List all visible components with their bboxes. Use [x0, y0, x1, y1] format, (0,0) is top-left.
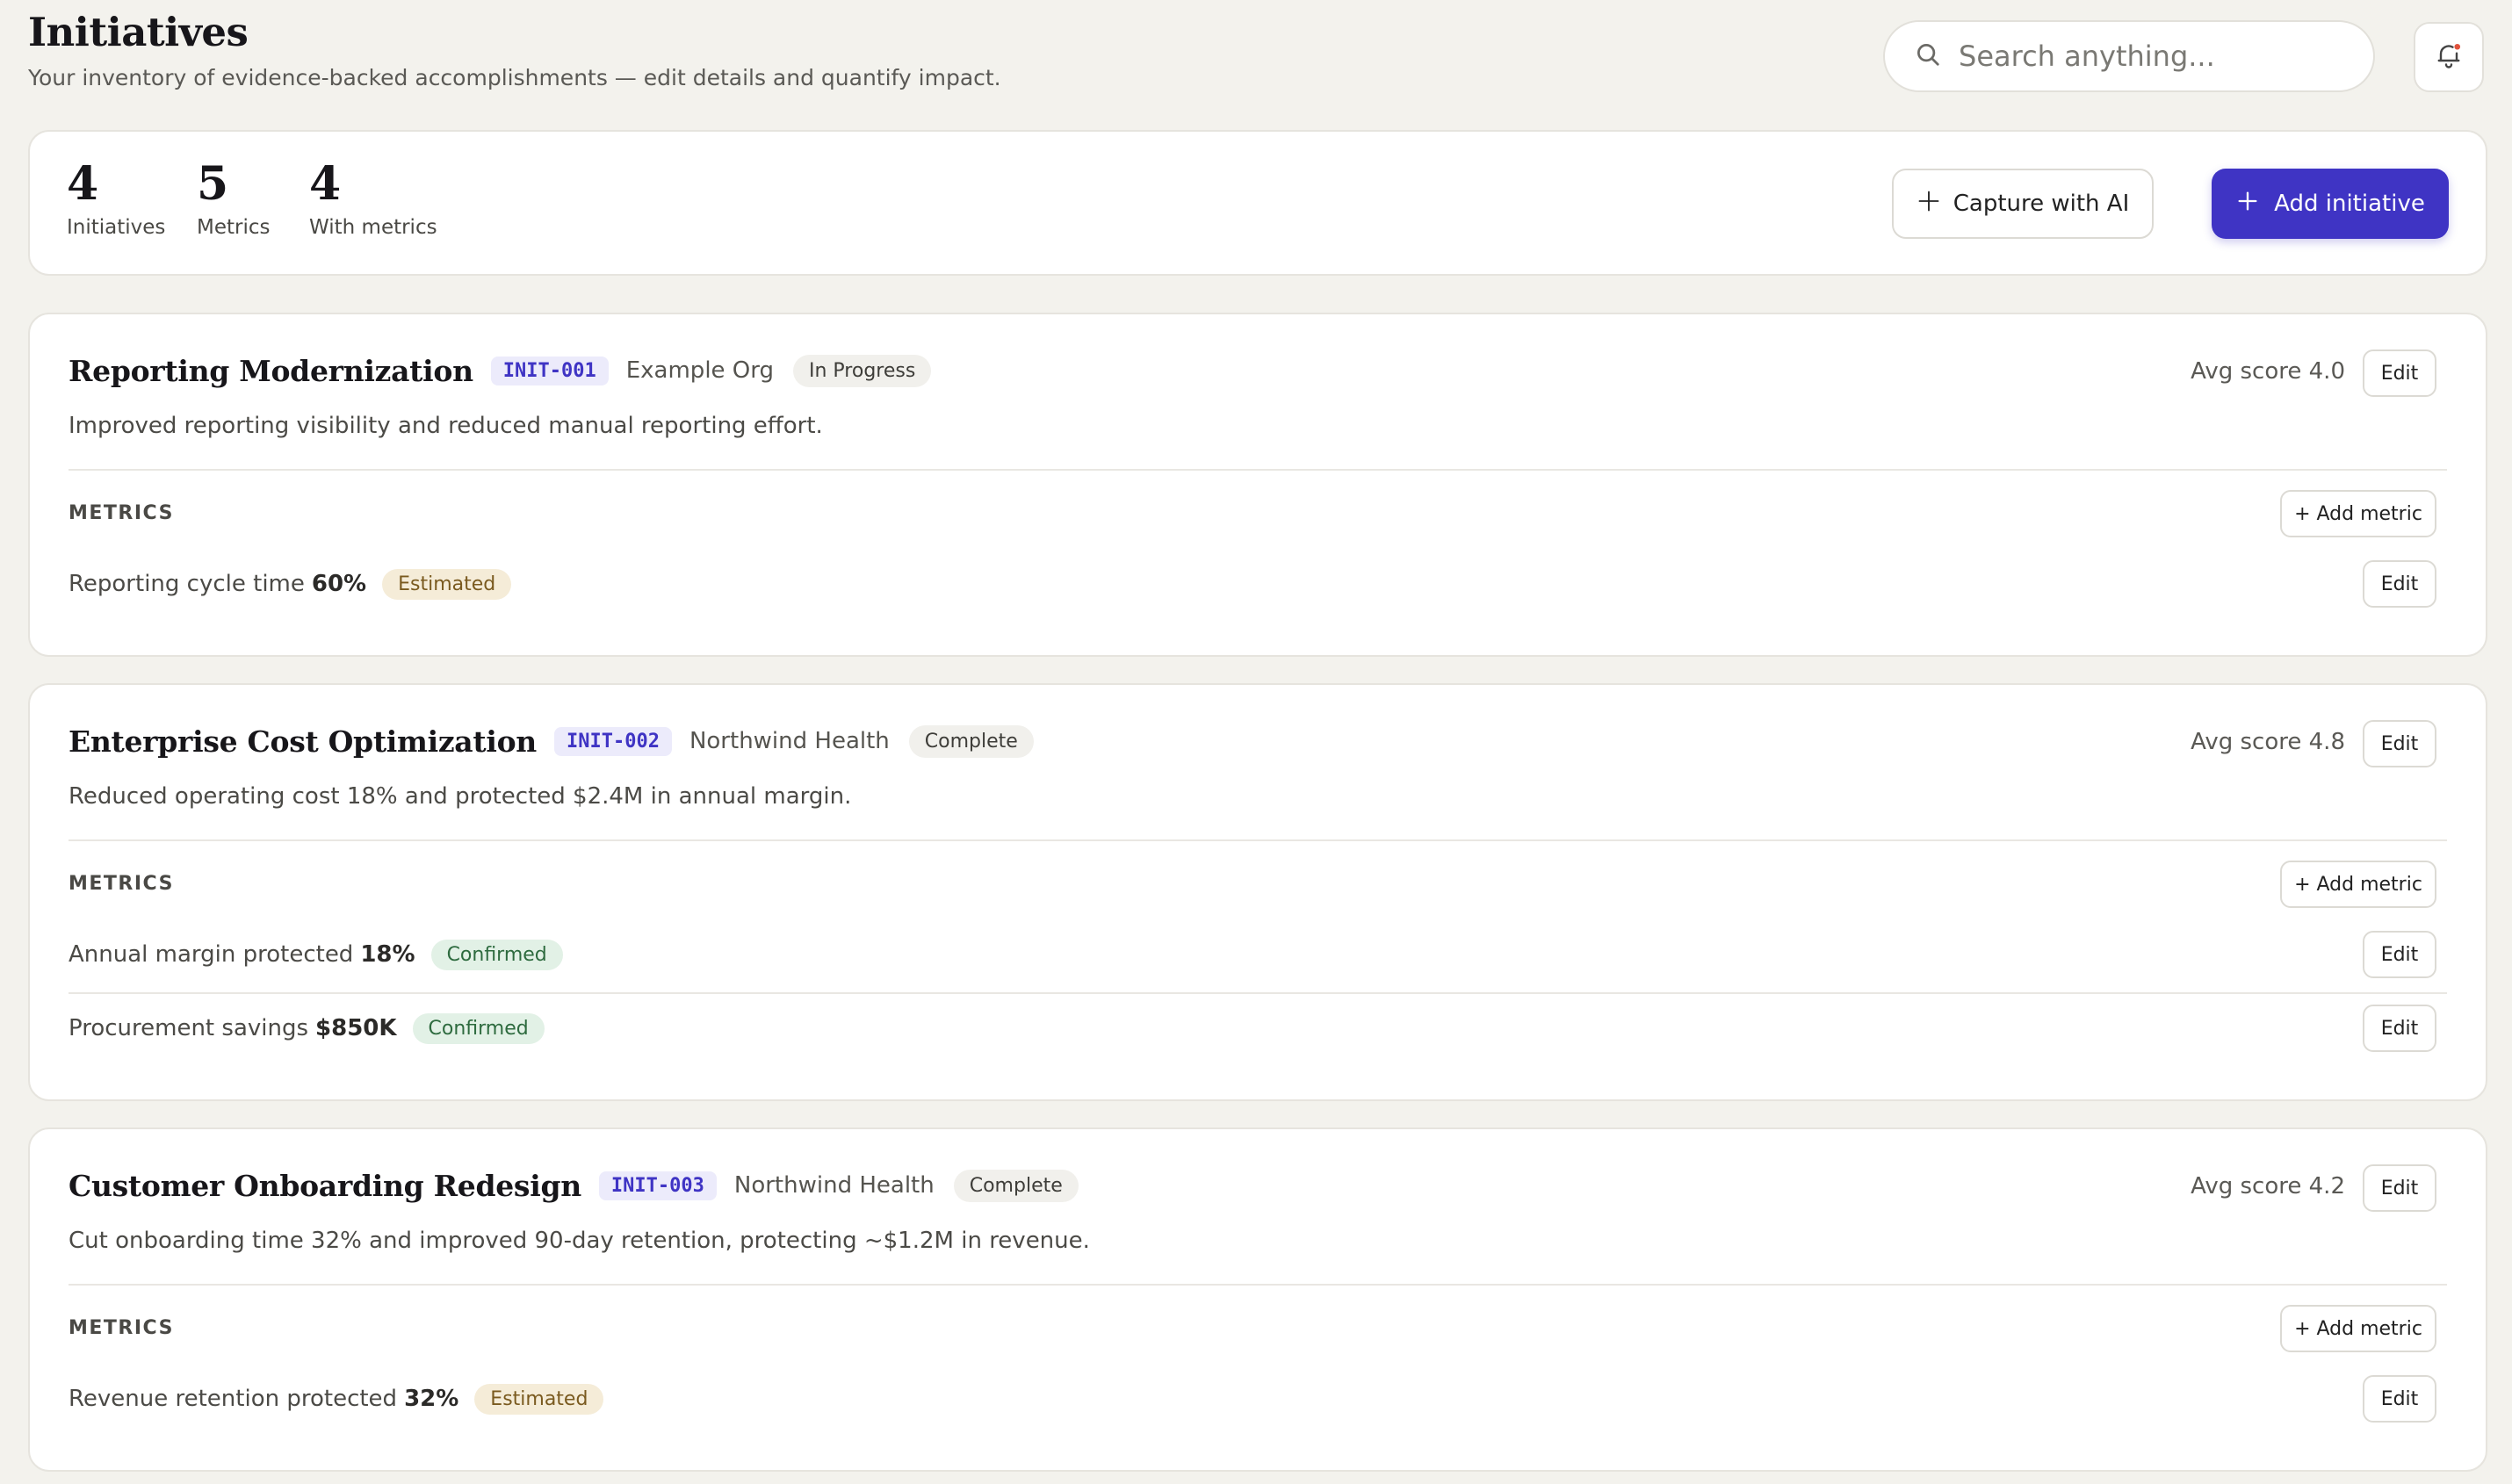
initiative-title: Customer Onboarding Redesign [69, 1168, 581, 1203]
initiative-id-badge: INIT-001 [490, 356, 609, 385]
metric-name: Annual margin protected [69, 941, 354, 968]
estimated-badge: Estimated [382, 568, 512, 600]
stat-metrics: 5 Metrics [197, 157, 271, 240]
edit-initiative-button[interactable]: Edit [2363, 1164, 2436, 1212]
metric-row: Reporting cycle time 60% Estimated [69, 564, 512, 604]
initiative-card: Reporting Modernization INIT-001 Example… [28, 313, 2487, 657]
edit-metric-button[interactable]: Edit [2363, 1005, 2436, 1052]
initiative-id-badge: INIT-003 [598, 1171, 717, 1200]
card-header: Reporting Modernization INIT-001 Example… [69, 349, 932, 392]
edit-metric-button[interactable]: Edit [2363, 1375, 2436, 1423]
edit-metric-button[interactable]: Edit [2363, 560, 2436, 608]
metric-row: Annual margin protected 18% Confirmed [69, 934, 563, 975]
page-subtitle: Your inventory of evidence-backed accomp… [28, 65, 1001, 90]
confirmed-badge: Confirmed [430, 939, 563, 970]
stat-label: With metrics [309, 216, 437, 239]
metric-value: 18% [360, 941, 415, 968]
initiatives-page: Initiatives Your inventory of evidence-b… [0, 0, 2512, 1484]
initiative-id-badge: INIT-002 [553, 726, 672, 756]
metrics-heading: METRICS [69, 1317, 174, 1339]
metric-row: Procurement savings $850K Confirmed [69, 1008, 545, 1048]
stat-label: Initiatives [67, 216, 166, 239]
initiative-card: Enterprise Cost Optimization INIT-002 No… [28, 683, 2487, 1101]
stat-value: 4 [67, 157, 99, 211]
estimated-badge: Estimated [474, 1383, 604, 1415]
stat-initiatives: 4 Initiatives [67, 157, 166, 240]
stat-value: 4 [309, 157, 342, 211]
divider [69, 1284, 2447, 1286]
stat-value: 5 [197, 157, 229, 211]
initiative-card: Customer Onboarding Redesign INIT-003 No… [28, 1127, 2487, 1472]
page-header: Initiatives Your inventory of evidence-b… [28, 0, 2484, 116]
avg-score: Avg score 4.0 [2191, 358, 2345, 385]
edit-initiative-button[interactable]: Edit [2363, 720, 2436, 767]
stat-label: Metrics [197, 216, 271, 239]
search-icon [1915, 41, 1941, 71]
add-metric-button[interactable]: + Add metric [2280, 490, 2436, 537]
metric-name: Procurement savings [69, 1015, 309, 1041]
avg-score: Avg score 4.2 [2191, 1173, 2345, 1199]
add-metric-button[interactable]: + Add metric [2280, 861, 2436, 908]
metric-value: 32% [404, 1386, 459, 1412]
status-badge: In Progress [793, 354, 932, 387]
stats-bar: 4 Initiatives 5 Metrics 4 With metrics C… [28, 130, 2487, 276]
edit-initiative-button[interactable]: Edit [2363, 349, 2436, 397]
card-header: Customer Onboarding Redesign INIT-003 No… [69, 1164, 1079, 1207]
capture-with-ai-button[interactable]: Capture with AI [1892, 169, 2154, 239]
capture-with-ai-label: Capture with AI [1953, 191, 2130, 217]
bell-icon [2433, 40, 2465, 75]
divider [69, 992, 2447, 994]
initiative-org: Northwind Health [733, 1172, 935, 1199]
metric-name: Reporting cycle time [69, 571, 305, 597]
metrics-heading: METRICS [69, 873, 174, 895]
add-initiative-button[interactable]: Add initiative [2212, 169, 2449, 239]
initiative-description: Cut onboarding time 32% and improved 90-… [69, 1228, 1090, 1254]
card-header: Enterprise Cost Optimization INIT-002 No… [69, 720, 1034, 762]
initiative-description: Improved reporting visibility and reduce… [69, 413, 823, 439]
add-initiative-label: Add initiative [2274, 191, 2425, 217]
initiative-title: Reporting Modernization [69, 353, 473, 388]
metric-value: 60% [311, 571, 367, 597]
avg-score: Avg score 4.8 [2191, 729, 2345, 755]
divider [69, 839, 2447, 841]
status-badge: Complete [908, 724, 1034, 758]
search-input[interactable] [1957, 39, 2347, 74]
metric-value: $850K [315, 1015, 397, 1041]
edit-metric-button[interactable]: Edit [2363, 931, 2436, 978]
notifications-button[interactable] [2414, 22, 2484, 92]
initiative-title: Enterprise Cost Optimization [69, 724, 537, 759]
initiative-org: Example Org [625, 357, 774, 384]
status-badge: Complete [953, 1169, 1079, 1202]
divider [69, 469, 2447, 471]
stat-with-metrics: 4 With metrics [309, 157, 437, 240]
metric-name: Revenue retention protected [69, 1386, 398, 1412]
search-box[interactable] [1883, 20, 2375, 92]
add-metric-button[interactable]: + Add metric [2280, 1305, 2436, 1352]
metrics-heading: METRICS [69, 502, 174, 524]
initiative-description: Reduced operating cost 18% and protected… [69, 783, 852, 810]
initiative-org: Northwind Health [689, 728, 890, 754]
page-title: Initiatives [28, 9, 249, 55]
plus-icon [2235, 189, 2260, 220]
sparkle-icon [1916, 189, 1941, 220]
metric-row: Revenue retention protected 32% Estimate… [69, 1379, 604, 1419]
confirmed-badge: Confirmed [412, 1012, 545, 1044]
